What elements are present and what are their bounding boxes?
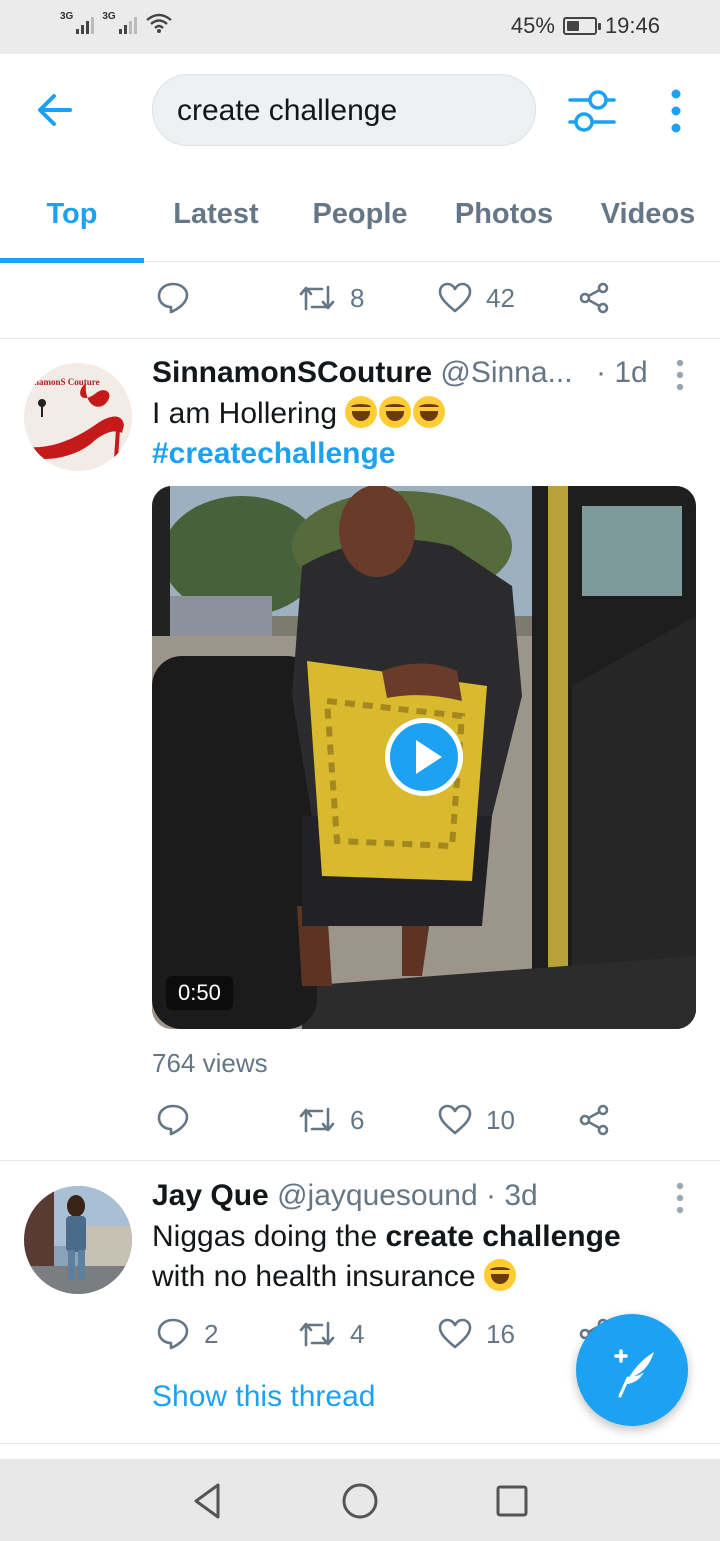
recents-square-icon[interactable] — [490, 1479, 534, 1523]
reply-button[interactable] — [156, 1090, 204, 1150]
reply-icon — [157, 282, 189, 314]
avatar[interactable] — [24, 1186, 132, 1294]
reply-button[interactable]: 2 — [156, 1304, 218, 1364]
heart-icon — [438, 282, 472, 313]
display-name[interactable]: SinnamonSCouture — [152, 356, 432, 389]
divider — [0, 1160, 720, 1161]
view-count: 764 views — [152, 1048, 268, 1078]
like-button[interactable]: 10 — [438, 1090, 515, 1150]
divider — [0, 338, 720, 339]
battery-percent: 45% — [510, 13, 555, 38]
tweet-header: Jay Que @jayquesound · 3d — [152, 1179, 538, 1213]
tab-photos[interactable]: Photos — [432, 166, 576, 262]
tweet-more-icon[interactable] — [668, 356, 692, 396]
user-handle[interactable]: @Sinna... — [440, 356, 572, 389]
battery-icon — [562, 17, 601, 35]
show-thread-link[interactable]: Show this thread — [152, 1380, 375, 1414]
compose-tweet-icon — [614, 1349, 654, 1398]
avatar[interactable]: namonS Couture — [24, 363, 132, 471]
heart-icon — [438, 1104, 472, 1135]
home-circle-icon[interactable] — [338, 1479, 382, 1523]
tab-top[interactable]: Top — [0, 166, 144, 263]
laughing-emoji-icon — [413, 396, 446, 428]
laughing-emoji-icon — [345, 396, 378, 428]
search-box[interactable] — [152, 74, 536, 146]
tab-people[interactable]: People — [288, 166, 432, 262]
share-button[interactable] — [578, 268, 610, 328]
tweet-actions: 2 4 16 — [152, 1304, 622, 1364]
like-button[interactable]: 42 — [438, 268, 515, 328]
retweet-button[interactable]: 6 — [298, 1090, 364, 1150]
sliders-icon[interactable] — [568, 88, 616, 134]
search-header — [0, 54, 720, 166]
user-handle[interactable]: @jayquesound — [277, 1179, 478, 1212]
tweet-text: I am Hollering #createchallenge — [152, 394, 447, 474]
arrow-left-icon[interactable] — [32, 90, 80, 130]
video-duration: 0:50 — [166, 976, 233, 1010]
retweet-button[interactable]: 4 — [298, 1304, 364, 1364]
clock: 19:46 — [604, 13, 660, 38]
cell-signal-icon: 3G — [60, 12, 95, 34]
system-nav-bar — [0, 1459, 720, 1541]
avatar-image — [24, 1186, 132, 1294]
tweet-actions: 8 42 — [152, 268, 622, 328]
search-input[interactable] — [177, 91, 517, 131]
wifi-icon — [145, 13, 172, 33]
tweet-time: · 3d — [486, 1179, 538, 1212]
tweet-time: · 1d — [596, 356, 648, 389]
tab-videos[interactable]: Videos — [576, 166, 720, 262]
laughing-emoji-icon — [483, 1259, 516, 1291]
tweet-actions: 6 10 — [152, 1090, 622, 1150]
tweet-header: SinnamonSCouture @Sinna... — [152, 356, 573, 390]
laughing-emoji-icon — [379, 396, 412, 428]
retweet-icon — [299, 1321, 335, 1347]
reply-icon — [157, 1104, 189, 1136]
tweet-video[interactable]: 0:50 — [152, 486, 696, 1029]
divider — [0, 1443, 720, 1444]
reply-button[interactable] — [156, 268, 204, 328]
retweet-button[interactable]: 8 — [298, 268, 364, 328]
like-button[interactable]: 16 — [438, 1304, 515, 1364]
compose-tweet-button[interactable] — [576, 1314, 688, 1426]
play-icon[interactable] — [385, 718, 463, 796]
status-bar: 3G 3G 45% 19:46 — [0, 0, 720, 54]
avatar-image: namonS Couture — [30, 377, 124, 460]
search-tabs: Top Latest People Photos Videos — [0, 166, 720, 263]
retweet-icon — [299, 285, 335, 311]
tab-latest[interactable]: Latest — [144, 166, 288, 262]
back-triangle-icon[interactable] — [186, 1479, 230, 1523]
svg-text:namonS Couture: namonS Couture — [34, 377, 100, 387]
tweet-text: Niggas doing the create challenge with n… — [152, 1220, 621, 1293]
search-term-highlight: create challenge — [385, 1220, 621, 1253]
cell-signal-icon: 3G — [102, 12, 137, 34]
share-button[interactable] — [578, 1090, 610, 1150]
vertical-dots-icon[interactable] — [664, 88, 688, 134]
reply-icon — [157, 1318, 189, 1350]
tweet-more-icon[interactable] — [668, 1179, 692, 1219]
share-icon — [579, 282, 609, 314]
heart-icon — [438, 1318, 472, 1349]
hashtag-link[interactable]: #createchallenge — [152, 437, 395, 470]
share-icon — [579, 1104, 609, 1136]
retweet-icon — [299, 1107, 335, 1133]
display-name[interactable]: Jay Que — [152, 1179, 269, 1212]
